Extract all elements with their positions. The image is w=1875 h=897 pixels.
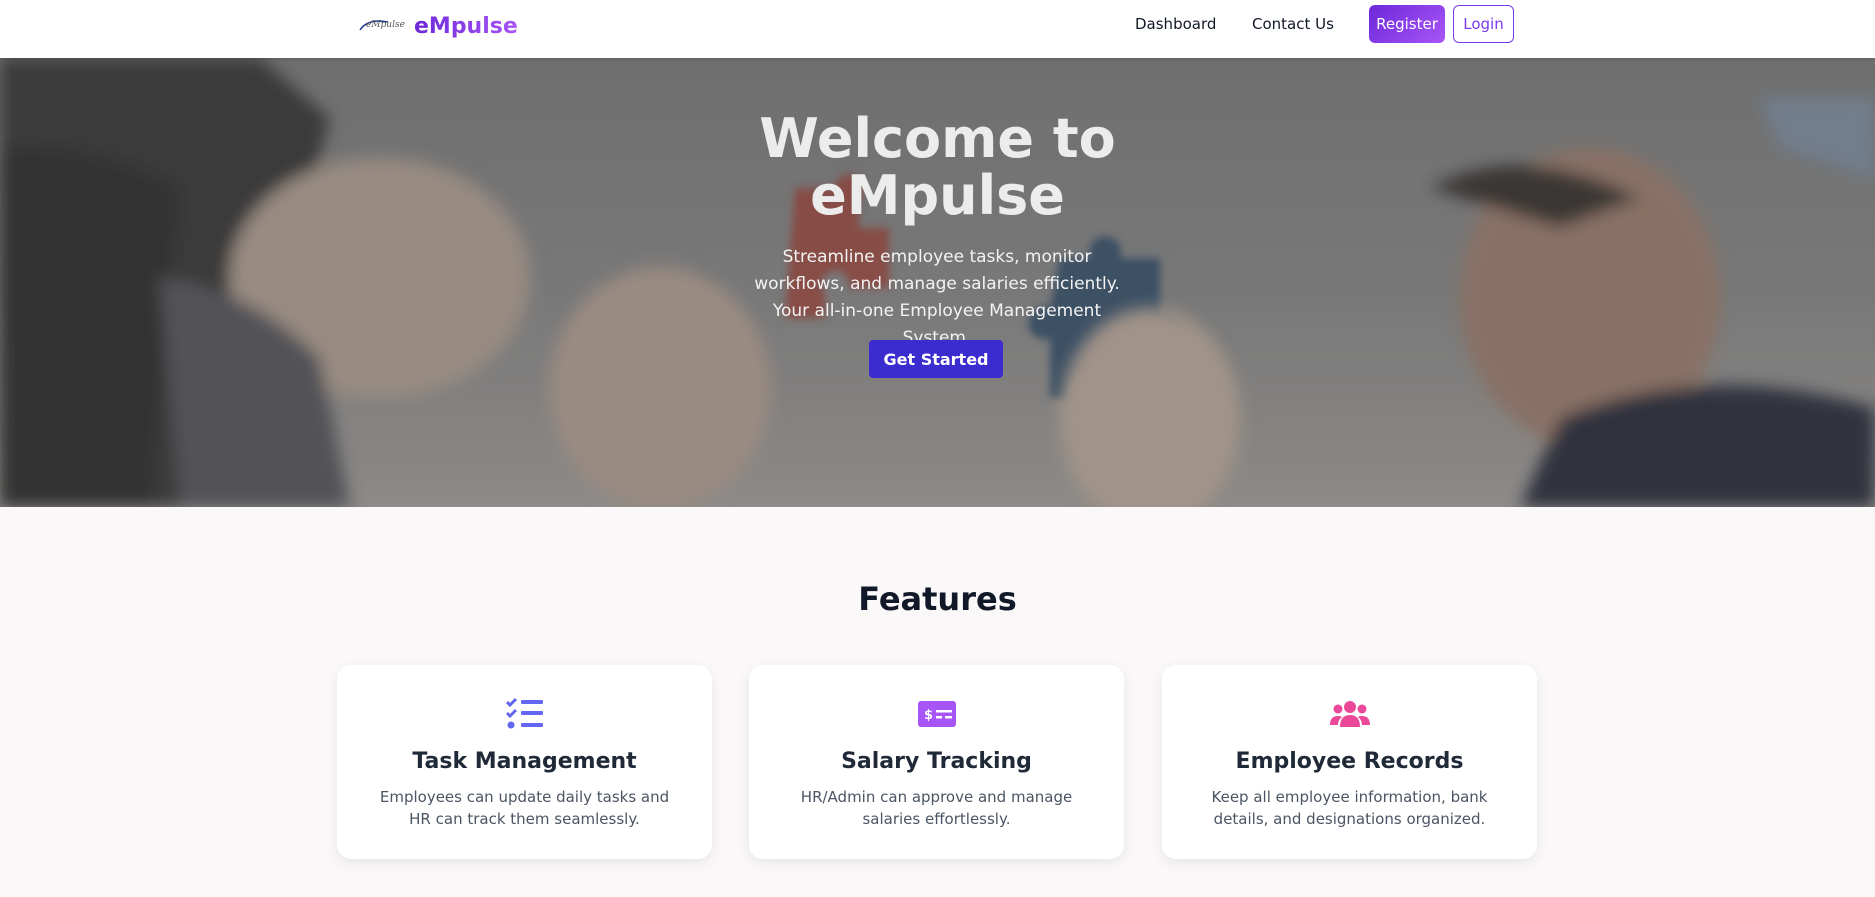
feature-card-task-management: Task Management Employees can update dai…: [337, 665, 712, 859]
money-check-icon: $: [917, 697, 957, 731]
users-icon: [1330, 697, 1370, 731]
register-button[interactable]: Register: [1369, 5, 1445, 43]
hero-title: Welcome to eMpulse: [0, 110, 1875, 224]
login-button[interactable]: Login: [1453, 5, 1514, 43]
logo-text: eMpulse: [366, 20, 405, 30]
feature-card-salary-tracking: $ Salary Tracking HR/Admin can approve a…: [749, 665, 1124, 859]
task-list-icon: [505, 697, 545, 731]
feature-description: Employees can update daily tasks and HR …: [379, 788, 670, 828]
feature-description: HR/Admin can approve and manage salaries…: [800, 788, 1073, 828]
hero-title-line1: Welcome to: [759, 107, 1116, 170]
feature-card-employee-records: Employee Records Keep all employee infor…: [1162, 665, 1537, 859]
hero-section: Welcome to eMpulse Streamline employee t…: [0, 58, 1875, 507]
nav-contact-link[interactable]: Contact Us: [1252, 14, 1334, 34]
feature-title: Task Management: [412, 749, 637, 774]
brand-logo: eMpulse: [358, 16, 405, 36]
nav-dashboard-link[interactable]: Dashboard: [1135, 14, 1216, 34]
feature-description: Keep all employee information, bank deta…: [1211, 788, 1488, 828]
features-heading: Features: [858, 580, 1017, 618]
feature-title: Salary Tracking: [841, 749, 1032, 774]
hero-title-line2: eMpulse: [810, 164, 1065, 227]
brand[interactable]: eMpulse eMpulse: [358, 10, 518, 42]
svg-text:$: $: [924, 708, 933, 723]
hero-subtitle: Streamline employee tasks, monitor workf…: [754, 247, 1120, 348]
brand-name: eMpulse: [414, 13, 518, 39]
get-started-button[interactable]: Get Started: [869, 340, 1003, 378]
feature-title: Employee Records: [1235, 749, 1464, 774]
navbar: eMpulse eMpulse Dashboard Contact Us Reg…: [0, 0, 1875, 58]
